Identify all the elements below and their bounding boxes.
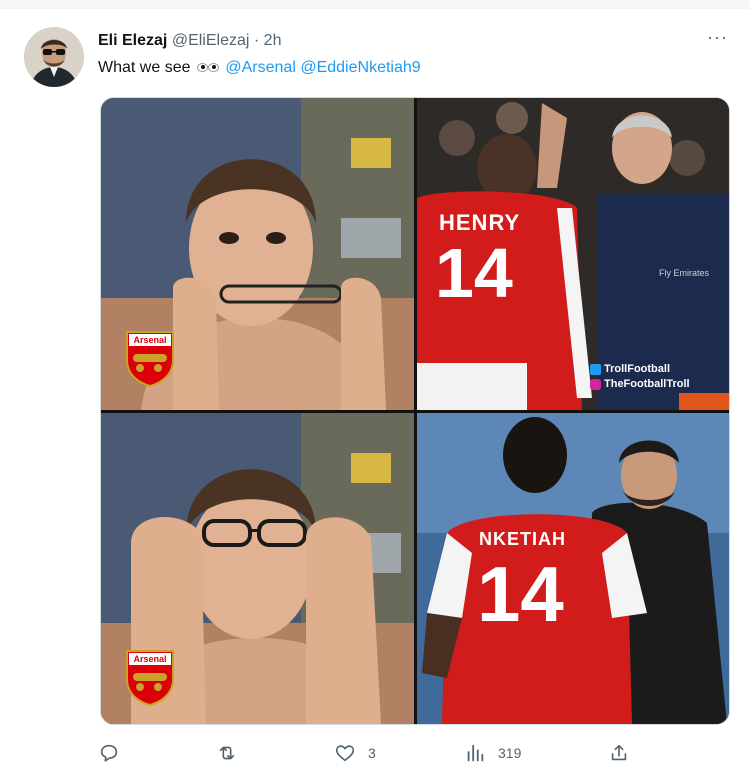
- retweet-button[interactable]: [216, 737, 250, 769]
- like-count: 3: [368, 745, 376, 761]
- tweet-actions: 3 319: [98, 737, 658, 769]
- instagram-icon: [590, 378, 601, 390]
- more-options-icon[interactable]: ···: [707, 27, 728, 48]
- mention-eddienketiah9[interactable]: @EddieNketiah9: [300, 59, 420, 76]
- mention-arsenal[interactable]: @Arsenal: [225, 59, 296, 76]
- nketiah-shirt-name: NKETIAH: [479, 529, 566, 549]
- nketiah-shirt-number: 14: [477, 550, 564, 638]
- tweet-media-grid[interactable]: Arsenal HENRY 14 Fly Emirates TrollFootb…: [100, 97, 730, 725]
- meme-panel-glasses-on[interactable]: Arsenal: [101, 413, 414, 724]
- share-button[interactable]: [608, 737, 630, 769]
- henry-shirt-number: 14: [435, 234, 513, 312]
- avatar[interactable]: [24, 27, 84, 87]
- watermark-twitter: TrollFootball: [604, 363, 670, 375]
- henry-shirt-name: HENRY: [439, 210, 521, 235]
- tweet-header: Eli Elezaj @EliElezaj · 2h: [98, 31, 281, 51]
- avatar-image: [24, 27, 84, 87]
- tweet-text-prefix: What we see: [98, 59, 191, 76]
- retweet-icon: [219, 746, 235, 760]
- arsenal-badge-icon: Arsenal: [125, 649, 175, 707]
- tweet-card[interactable]: Eli Elezaj @EliElezaj · 2h ··· What we s…: [0, 8, 750, 776]
- user-handle[interactable]: @EliElezaj: [172, 32, 250, 49]
- timestamp[interactable]: 2h: [264, 32, 282, 49]
- tweet-text: What we see @Arsenal @EddieNketiah9: [98, 57, 421, 79]
- eyes-emoji-icon: [196, 57, 219, 79]
- views-button[interactable]: 319: [464, 737, 521, 769]
- heart-icon: [335, 745, 355, 762]
- share-icon: [611, 744, 627, 761]
- watermark-instagram: TheFootballTroll: [604, 378, 690, 390]
- kit-sponsor-label: Fly Emirates: [659, 268, 710, 278]
- twitter-icon: [590, 363, 601, 375]
- reply-button[interactable]: [98, 737, 132, 769]
- meme-panel-nketiah[interactable]: NKETIAH 14: [417, 413, 729, 724]
- watermark: TrollFootball TheFootballTroll: [590, 362, 690, 392]
- views-count: 319: [498, 745, 522, 761]
- arsenal-badge-text: Arsenal: [133, 654, 167, 664]
- views-icon: [467, 744, 484, 762]
- like-button[interactable]: 3: [334, 737, 376, 769]
- display-name[interactable]: Eli Elezaj: [98, 32, 167, 49]
- meme-panel-glasses-off[interactable]: Arsenal: [101, 98, 414, 410]
- arsenal-badge-icon: Arsenal: [125, 330, 175, 388]
- separator-dot: ·: [253, 32, 260, 49]
- arsenal-badge-text: Arsenal: [133, 335, 167, 345]
- reply-icon: [100, 744, 118, 762]
- meme-panel-henry[interactable]: HENRY 14 Fly Emirates TrollFootball TheF…: [417, 98, 729, 410]
